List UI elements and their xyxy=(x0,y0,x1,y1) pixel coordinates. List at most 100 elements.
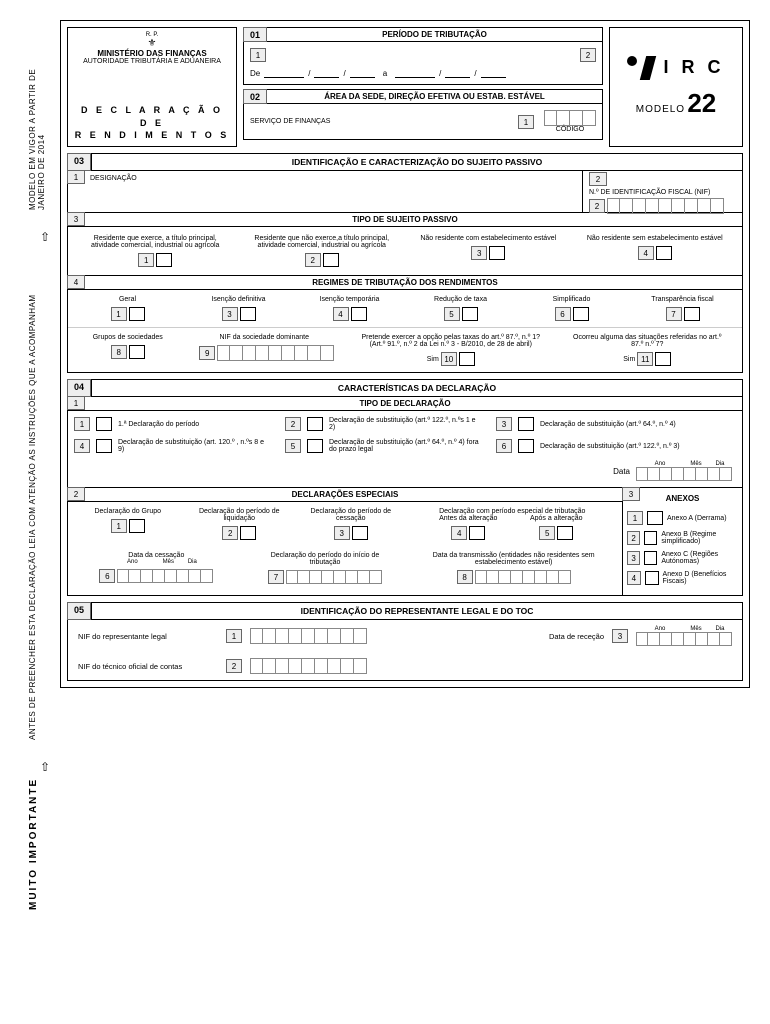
field-num: 2 xyxy=(589,199,605,213)
checkbox[interactable] xyxy=(573,307,589,321)
date-reception-input[interactable] xyxy=(636,632,732,646)
decl-label: Declaração de substituição (art.º 64.º, … xyxy=(540,421,691,428)
period-dates[interactable]: De // a // xyxy=(250,68,596,78)
date-start-input[interactable] xyxy=(286,570,382,584)
checkbox[interactable] xyxy=(129,519,145,533)
decl-label: Declaração de substituição (art.º 64.º, … xyxy=(329,439,480,453)
field-num: 3 xyxy=(627,551,640,565)
date-input[interactable] xyxy=(636,467,732,481)
nif-toc-input[interactable] xyxy=(250,658,367,674)
field-num: 2 xyxy=(285,417,301,431)
field-num: 3 xyxy=(334,526,350,540)
checkbox[interactable] xyxy=(656,246,672,260)
field-num: 8 xyxy=(457,570,473,584)
decl-label: Declaração de substituição (art.º 122.º,… xyxy=(329,417,480,431)
field-num: 3 xyxy=(612,629,628,643)
checkbox[interactable] xyxy=(644,551,657,565)
panel-num: 02 xyxy=(243,89,267,104)
anexo-label: Anexo D (Benefícios Fiscais) xyxy=(663,571,738,585)
checkbox[interactable] xyxy=(489,246,505,260)
anexo-label: Anexo C (Regiões Autónomas) xyxy=(661,551,738,565)
field-num: 5 xyxy=(285,439,301,453)
panel-01: 01 PERÍODO DE TRIBUTAÇÃO 1 2 De // a // xyxy=(243,27,603,85)
code-input[interactable] xyxy=(544,110,596,126)
field-num: 1 xyxy=(250,48,266,62)
nif-toc-label: NIF do técnico oficial de contas xyxy=(78,662,218,671)
decl-label: Declaração de substituição (art. 120.º ,… xyxy=(118,439,269,453)
checkbox[interactable] xyxy=(518,439,534,453)
checkbox[interactable] xyxy=(647,511,663,525)
checkbox[interactable] xyxy=(469,526,485,540)
field-num: 4 xyxy=(333,307,349,321)
checkbox[interactable] xyxy=(459,352,475,366)
date-transmission-input[interactable] xyxy=(475,570,571,584)
checkbox[interactable] xyxy=(240,526,256,540)
modelo-number: 22 xyxy=(687,88,716,118)
field-num: 3 xyxy=(471,246,487,260)
checkbox[interactable] xyxy=(557,526,573,540)
bracket-label: Declaração com período especial de tribu… xyxy=(417,508,607,515)
checkbox[interactable] xyxy=(684,307,700,321)
reg-label: Transparência fiscal xyxy=(643,296,723,303)
checkbox[interactable] xyxy=(307,439,323,453)
sub-num: 3 xyxy=(622,487,640,501)
checkbox[interactable] xyxy=(655,352,671,366)
opt-label: Residente que não exerce,a título princi… xyxy=(252,235,392,249)
checkbox[interactable] xyxy=(96,439,112,453)
checkbox[interactable] xyxy=(96,417,112,431)
checkbox[interactable] xyxy=(307,417,323,431)
checkbox[interactable] xyxy=(156,253,172,267)
checkbox[interactable] xyxy=(645,571,659,585)
reg-label: Ocorreu alguma das situações referidas n… xyxy=(572,334,722,348)
model-box: I R C MODELO 22 xyxy=(609,27,743,147)
nif-input[interactable] xyxy=(607,198,724,214)
field-num: 1 xyxy=(627,511,643,525)
field-num: 4 xyxy=(627,571,641,585)
sub-num: 1 xyxy=(67,170,85,184)
irc-logo-icon xyxy=(627,56,655,80)
checkbox[interactable] xyxy=(352,526,368,540)
checkbox[interactable] xyxy=(462,307,478,321)
section-03: 03 IDENTIFICAÇÃO E CARACTERIZAÇÃO DO SUJ… xyxy=(67,153,743,373)
sub-num: 1 xyxy=(67,396,85,410)
opt-label: Residente que exerce, a título principal… xyxy=(85,235,225,249)
nif-dominant-input[interactable] xyxy=(217,345,334,361)
panel-02: 02 ÁREA DA SEDE, DIREÇÃO EFETIVA OU ESTA… xyxy=(243,89,603,140)
section-num: 05 xyxy=(67,602,91,620)
declaration-title: D E C L A R A Ç Ã O D E R E N D I M E N … xyxy=(72,104,232,142)
esp-label: Declaração do período de liquidação xyxy=(194,508,284,522)
sub-num: 2 xyxy=(589,172,607,186)
esp-label: Declaração do Grupo xyxy=(83,508,173,515)
service-label: SERVIÇO DE FINANÇAS xyxy=(250,118,330,125)
reg-label: Pretende exercer a opção pelas taxas do … xyxy=(361,334,541,348)
field-num: 1 xyxy=(111,307,127,321)
checkbox[interactable] xyxy=(644,531,657,545)
field-num: 5 xyxy=(444,307,460,321)
field-num: 3 xyxy=(222,307,238,321)
special-decl-title: DECLARAÇÕES ESPECIAIS xyxy=(68,488,622,502)
reg-label: Simplificado xyxy=(532,296,612,303)
date-cessation-input[interactable] xyxy=(117,569,213,583)
checkbox[interactable] xyxy=(129,345,145,359)
esp-label: Data da cessação xyxy=(86,552,226,559)
checkbox[interactable] xyxy=(518,417,534,431)
side-instructions: ANTES DE PREENCHER ESTA DECLARAÇÃO LEIA … xyxy=(28,260,37,740)
checkbox[interactable] xyxy=(129,307,145,321)
checkbox[interactable] xyxy=(323,253,339,267)
reg-label: Geral xyxy=(88,296,168,303)
field-num: 2 xyxy=(222,526,238,540)
checkbox[interactable] xyxy=(240,307,256,321)
field-num: 5 xyxy=(539,526,555,540)
regimes-title: REGIMES DE TRIBUTAÇÃO DOS RENDIMENTOS xyxy=(68,276,742,290)
opt-label: Não residente sem estabelecimento estáve… xyxy=(585,235,725,242)
field-num: 4 xyxy=(638,246,654,260)
field-num: 6 xyxy=(496,439,512,453)
checkbox[interactable] xyxy=(351,307,367,321)
section-num: 04 xyxy=(67,379,91,397)
nif-rep-label: NIF do representante legal xyxy=(78,632,218,641)
field-num: 4 xyxy=(74,439,90,453)
nif-rep-input[interactable] xyxy=(250,628,367,644)
section-title: IDENTIFICAÇÃO E CARACTERIZAÇÃO DO SUJEIT… xyxy=(91,153,743,171)
field-num: 11 xyxy=(637,352,653,366)
reg-label: Isenção temporária xyxy=(310,296,390,303)
